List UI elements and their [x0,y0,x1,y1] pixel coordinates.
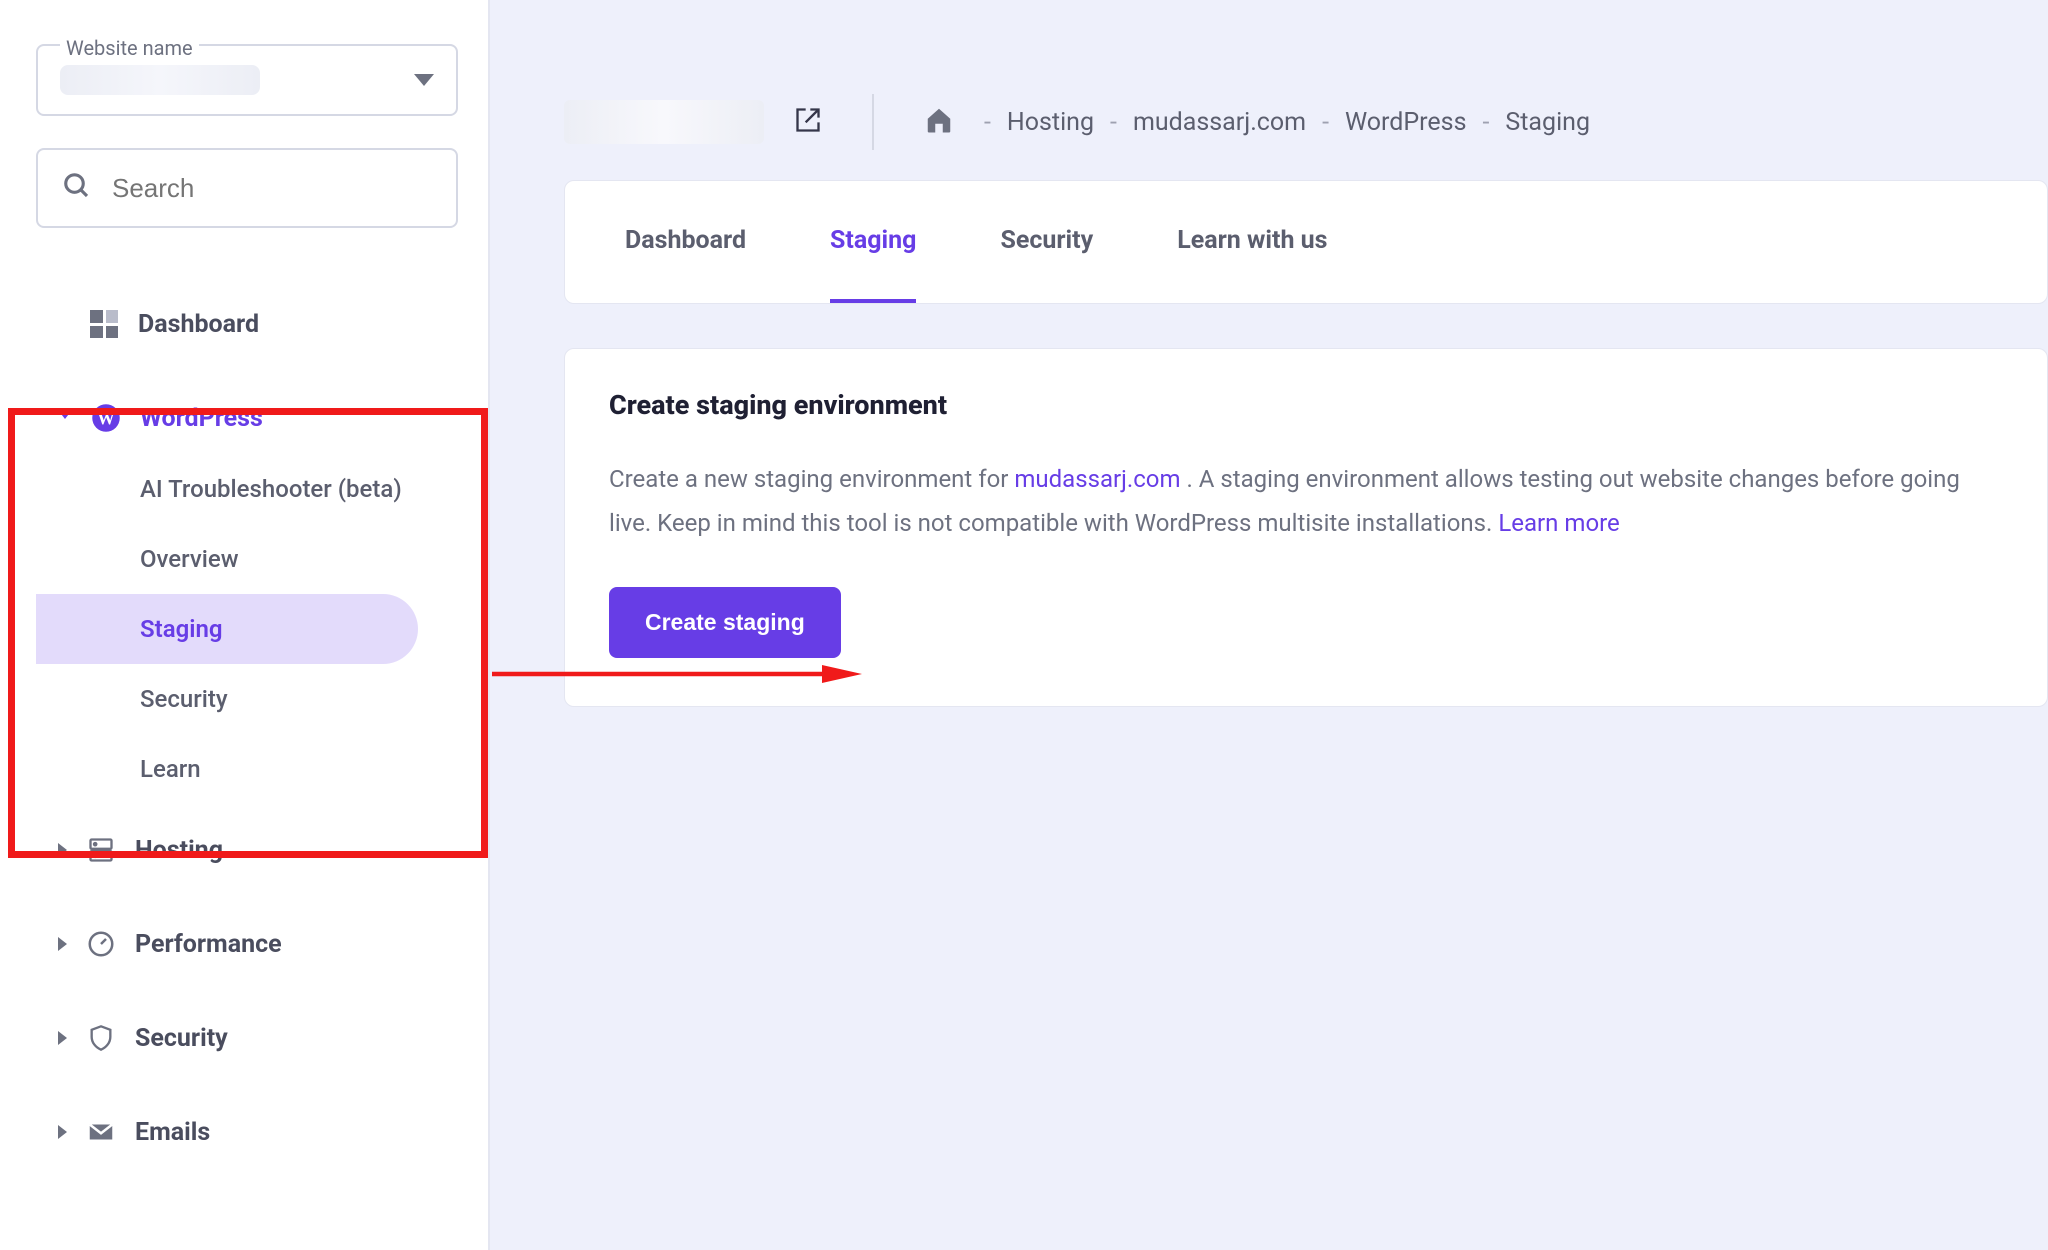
sidebar-item-label: Security [140,685,228,713]
sidebar-item-performance[interactable]: Performance [36,908,458,980]
panel-desc-pre: Create a new staging environment for [609,465,1014,493]
breadcrumb-sep: - [984,108,991,137]
tab-label: Security [1000,226,1093,255]
sidebar-item-wordpress[interactable]: W WordPress [36,382,458,454]
sidebar-nav: Dashboard W WordPress AI Troubleshooter … [36,288,458,1168]
wordpress-icon: W [90,402,122,434]
search-icon [62,171,92,205]
tab-label: Dashboard [625,226,746,255]
tab-dashboard[interactable]: Dashboard [625,181,746,303]
breadcrumb: - Hosting - mudassarj.com - WordPress - … [984,108,1590,137]
sidebar-item-emails[interactable]: Emails [36,1096,458,1168]
breadcrumb-sep: - [1482,108,1489,137]
sidebar-item-label: Hosting [135,836,223,865]
dashboard-icon [88,308,120,340]
search-input[interactable] [112,173,447,204]
svg-text:W: W [97,408,115,428]
breadcrumb-sep: - [1110,108,1117,137]
sidebar-item-dashboard[interactable]: Dashboard [36,288,458,360]
sidebar-subitem-staging[interactable]: Staging [36,594,418,664]
sidebar-subitem-ai-troubleshooter[interactable]: AI Troubleshooter (beta) [36,454,418,524]
chevron-down-icon [414,74,434,86]
website-select-label: Website name [60,36,199,60]
tabs: Dashboard Staging Security Learn with us [564,180,2048,304]
breadcrumb-item[interactable]: mudassarj.com [1133,108,1306,137]
server-icon [85,834,117,866]
sidebar-item-label: Emails [135,1118,210,1147]
create-staging-button[interactable]: Create staging [609,587,841,658]
breadcrumb-item[interactable]: WordPress [1345,108,1466,137]
domain-link[interactable]: mudassarj.com [1014,465,1180,493]
sidebar-subitem-learn[interactable]: Learn [36,734,418,804]
open-external-icon[interactable] [794,106,822,138]
chevron-right-icon [58,1125,67,1139]
search-input-container[interactable] [36,148,458,228]
sidebar-item-label: Learn [140,755,201,783]
chevron-down-icon [58,410,72,426]
topbar: - Hosting - mudassarj.com - WordPress - … [490,0,2048,170]
sidebar-item-security[interactable]: Security [36,1002,458,1074]
website-select-value-redacted [60,65,260,95]
sidebar-item-label: Performance [135,930,282,959]
sidebar: Website name Dashboard [0,0,490,1250]
sidebar-item-label: Overview [140,545,239,573]
sidebar-item-label: Security [135,1024,228,1053]
sidebar-item-label: WordPress [140,404,263,433]
home-icon[interactable] [924,105,954,139]
panel-description: Create a new staging environment for mud… [609,457,2003,545]
sidebar-submenu-wordpress: AI Troubleshooter (beta) Overview Stagin… [36,454,458,804]
tab-label: Learn with us [1177,226,1327,255]
site-title-redacted [564,100,764,144]
mail-icon [85,1116,117,1148]
chevron-right-icon [58,1031,67,1045]
tab-staging[interactable]: Staging [830,181,916,303]
chevron-right-icon [58,843,67,857]
tab-security[interactable]: Security [1000,181,1093,303]
sidebar-item-label: AI Troubleshooter (beta) [140,475,402,503]
chevron-right-icon [58,937,67,951]
divider [872,94,874,150]
breadcrumb-sep: - [1322,108,1329,137]
gauge-icon [85,928,117,960]
staging-panel: Create staging environment Create a new … [564,348,2048,707]
breadcrumb-item[interactable]: Hosting [1007,108,1094,137]
main-content: - Hosting - mudassarj.com - WordPress - … [490,0,2048,1250]
learn-more-link[interactable]: Learn more [1498,509,1619,537]
panel-title: Create staging environment [609,389,2003,421]
breadcrumb-item[interactable]: Staging [1505,108,1590,137]
tab-learn-with-us[interactable]: Learn with us [1177,181,1327,303]
sidebar-subitem-overview[interactable]: Overview [36,524,418,594]
sidebar-subitem-security[interactable]: Security [36,664,418,734]
sidebar-item-hosting[interactable]: Hosting [36,814,458,886]
tab-label: Staging [830,226,916,255]
sidebar-item-label: Staging [140,615,223,643]
sidebar-item-label: Dashboard [138,310,259,339]
shield-icon [85,1022,117,1054]
